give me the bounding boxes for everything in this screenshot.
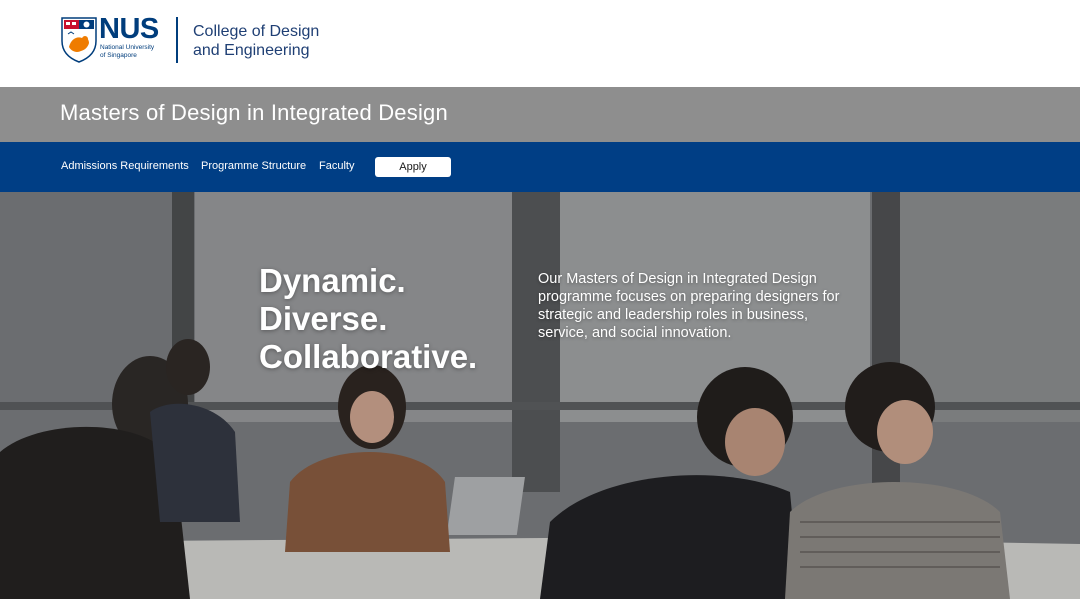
nav-admissions-requirements[interactable]: Admissions Requirements: [61, 159, 189, 173]
apply-button[interactable]: Apply: [375, 157, 451, 177]
logo-divider: [176, 17, 178, 63]
hero-section: [0, 192, 1080, 599]
headline-line-3: Collaborative.: [259, 338, 478, 375]
headline-line-2: Diverse.: [259, 300, 388, 337]
nav-programme-structure[interactable]: Programme Structure: [201, 159, 306, 173]
hero-overlay: [0, 192, 1080, 599]
nus-logo-subtitle-line2: of Singapore: [100, 51, 137, 59]
site-header: NUS National University of Singapore Col…: [0, 0, 1080, 87]
college-name-line2: and Engineering: [193, 42, 310, 59]
headline-line-1: Dynamic.: [259, 262, 406, 299]
hero-headline: Dynamic. Diverse. Collaborative.: [259, 262, 477, 376]
nus-logo-text[interactable]: NUS: [99, 14, 159, 44]
college-name[interactable]: College of Design and Engineering: [193, 22, 319, 60]
nus-logo-subtitle-line1: National University: [100, 44, 155, 51]
hero-description: Our Masters of Design in Integrated Desi…: [538, 271, 840, 341]
nus-crest-icon[interactable]: [61, 17, 97, 63]
nav-faculty[interactable]: Faculty: [319, 159, 354, 173]
page-title: Masters of Design in Integrated Design: [60, 100, 448, 125]
nus-logo-subtitle: National University of Singapore: [100, 44, 170, 59]
college-name-line1: College of Design: [193, 23, 320, 40]
